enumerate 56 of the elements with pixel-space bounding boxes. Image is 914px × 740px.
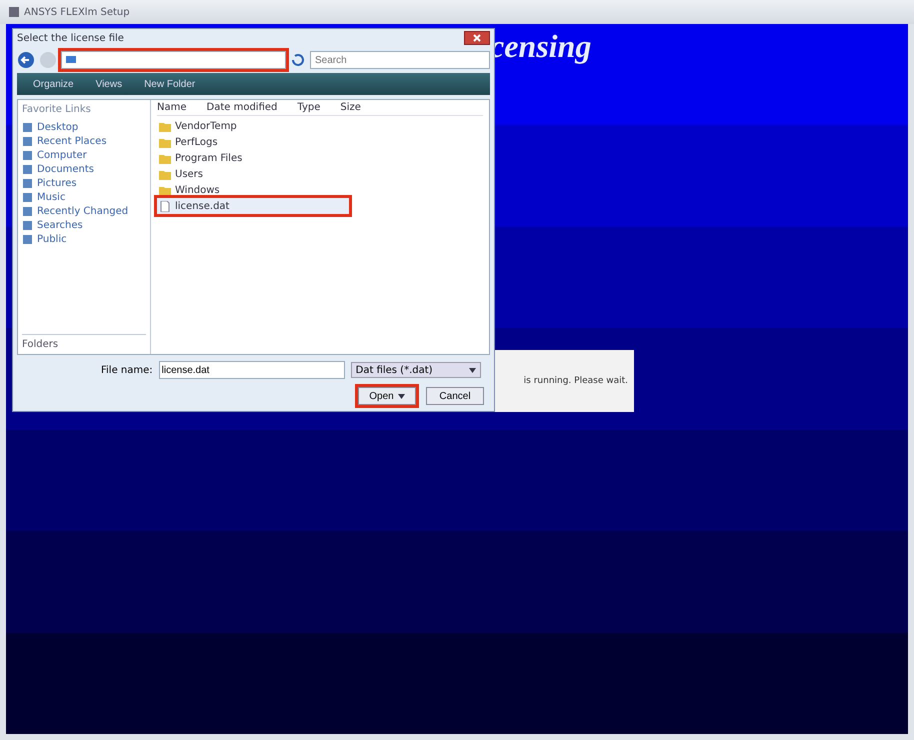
favorite-link[interactable]: Documents: [22, 164, 146, 175]
shortcut-icon: [22, 192, 33, 203]
back-icon[interactable]: [17, 51, 35, 69]
file-item[interactable]: Program Files: [157, 150, 349, 166]
computer-icon: [65, 54, 77, 66]
toolbar-button[interactable]: Organize: [27, 78, 80, 90]
favorite-link[interactable]: Public: [22, 234, 146, 245]
favorite-link[interactable]: Desktop: [22, 122, 146, 133]
toolbar-button[interactable]: New Folder: [138, 78, 202, 90]
favorite-link[interactable]: Searches: [22, 220, 146, 231]
file-type-dropdown[interactable]: Dat files (*.dat): [350, 362, 481, 378]
file-name-label: File name:: [101, 364, 153, 376]
search-field[interactable]: Search: [310, 51, 490, 69]
file-item[interactable]: VendorTemp: [157, 118, 349, 134]
favorite-link[interactable]: Music: [22, 192, 146, 203]
window-title: ANSYS FLEXlm Setup: [24, 6, 130, 18]
folder-icon: [159, 184, 171, 196]
favorite-link[interactable]: Computer: [22, 150, 146, 161]
shortcut-icon: [22, 150, 33, 161]
file-item[interactable]: license.dat: [157, 198, 349, 214]
file-name-field[interactable]: license.dat: [158, 361, 345, 379]
caret-icon: [468, 368, 476, 372]
file-item[interactable]: Users: [157, 166, 349, 182]
shortcut-icon: [22, 164, 33, 175]
shortcut-icon: [22, 234, 33, 245]
shortcut-icon: [22, 206, 33, 217]
favorite-link[interactable]: Recently Changed: [22, 206, 146, 217]
favorites-heading: Favorite Links: [22, 104, 92, 115]
setup-icon: [8, 6, 20, 18]
dialog-title: Select the license file: [17, 32, 124, 44]
caret-icon: [398, 394, 405, 398]
close-icon: [472, 33, 482, 43]
folder-icon: [159, 168, 171, 180]
file-item[interactable]: Windows: [157, 182, 349, 198]
column-header[interactable]: Size: [340, 102, 361, 113]
shortcut-icon: [22, 178, 33, 189]
file-item[interactable]: PerfLogs: [157, 134, 349, 150]
toolbar-button[interactable]: Views: [90, 78, 128, 90]
column-header[interactable]: Type: [297, 102, 320, 113]
dialog-button[interactable]: Cancel: [426, 387, 484, 405]
column-header[interactable]: Name: [157, 102, 187, 113]
favorite-link[interactable]: Pictures: [22, 178, 146, 189]
message-text: is running. Please wait.: [524, 376, 628, 386]
document-icon: [159, 200, 171, 212]
favorite-link[interactable]: Recent Places: [22, 136, 146, 147]
shortcut-icon: [22, 220, 33, 231]
folder-icon: [159, 136, 171, 148]
folder-icon: [159, 152, 171, 164]
column-header[interactable]: Date modified: [206, 102, 278, 113]
folder-icon: [159, 120, 171, 132]
close-button[interactable]: [464, 31, 490, 45]
dialog-button[interactable]: Open: [358, 387, 416, 405]
shortcut-icon: [22, 122, 33, 133]
shortcut-icon: [22, 136, 33, 147]
refresh-icon[interactable]: [290, 52, 306, 68]
folders-toggle[interactable]: Folders: [22, 334, 146, 350]
